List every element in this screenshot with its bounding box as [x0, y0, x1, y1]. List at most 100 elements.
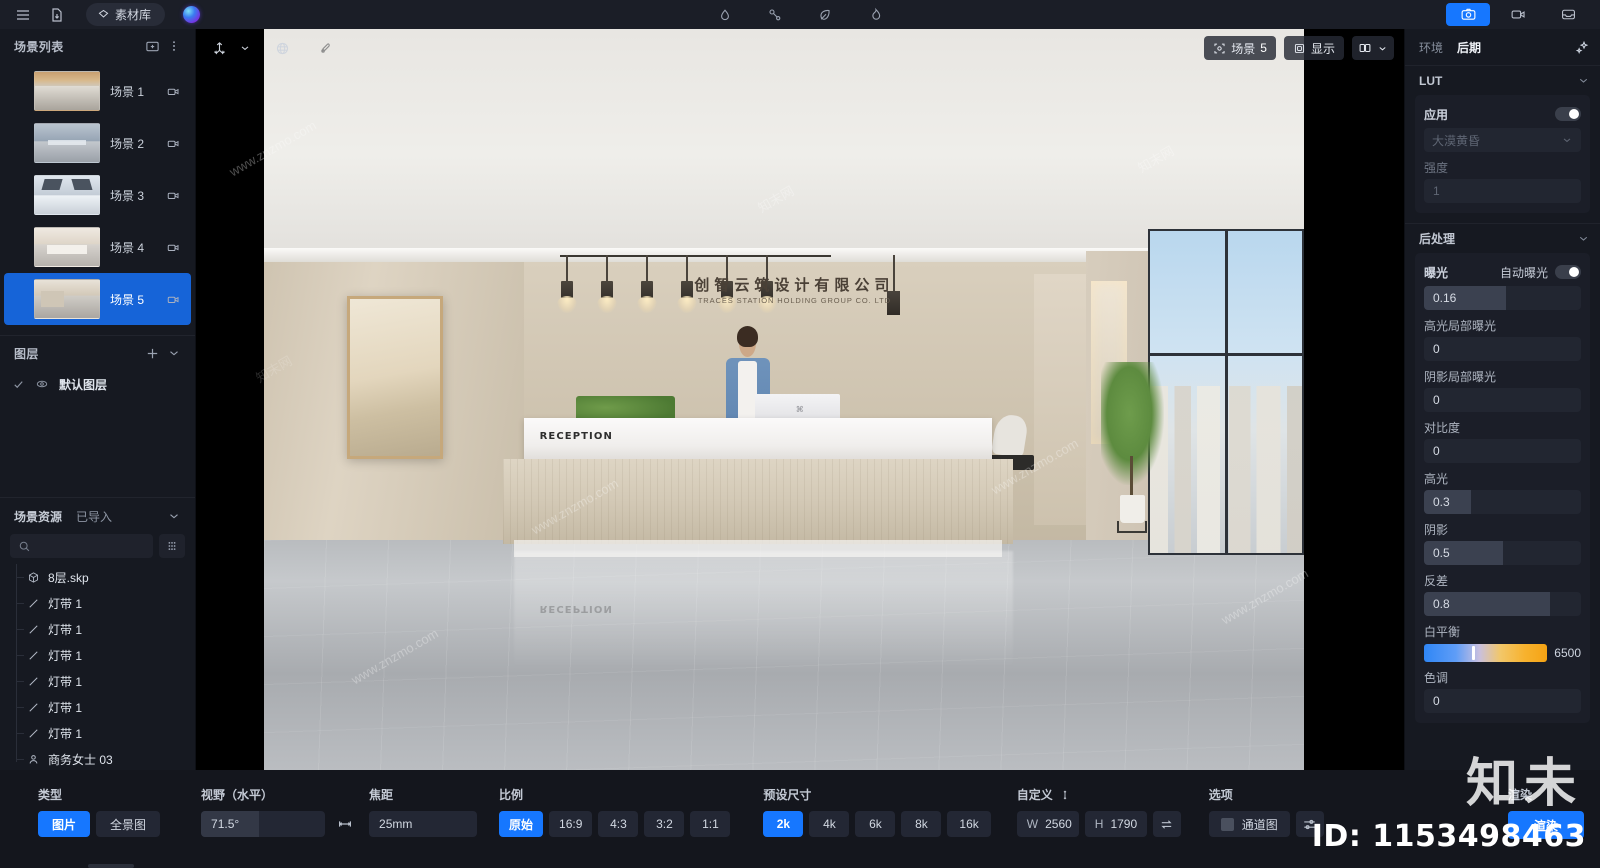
tab-environment[interactable]: 环境	[1419, 39, 1443, 56]
auto-exposure-toggle[interactable]	[1555, 265, 1581, 279]
search-input[interactable]	[10, 534, 153, 558]
preset-4k[interactable]: 4k	[809, 811, 850, 837]
resource-label: 灯带 1	[48, 622, 83, 637]
tone-slider[interactable]: 0	[1424, 689, 1581, 713]
ratio-option-original[interactable]: 原始	[499, 811, 544, 837]
camera-icon[interactable]	[1446, 3, 1490, 26]
lut-apply-toggle[interactable]	[1555, 107, 1581, 121]
file-download-icon[interactable]	[42, 3, 72, 27]
width-input[interactable]: W 2560	[1016, 811, 1079, 837]
tab-post[interactable]: 后期	[1457, 39, 1481, 56]
type-option-panorama[interactable]: 全景图	[96, 811, 161, 837]
lut-section-header[interactable]: LUT	[1405, 65, 1600, 95]
hamburger-icon[interactable]	[8, 3, 38, 27]
post-section-header[interactable]: 后处理	[1405, 223, 1600, 253]
camera-marker-icon[interactable]	[166, 292, 181, 307]
material-library-button[interactable]: 素材库	[86, 3, 166, 26]
type-option-image[interactable]: 图片	[38, 811, 91, 837]
lut-strength-input[interactable]: 1	[1424, 179, 1581, 203]
preset-6k[interactable]: 6k	[855, 811, 896, 837]
render-viewport[interactable]: 创智云筑设计有限公司 TRACES STATION HOLDING GROUP …	[196, 29, 1404, 770]
scene-badge[interactable]: 场景 5	[1204, 36, 1276, 60]
resource-item[interactable]: 灯带 1	[14, 720, 195, 746]
sparkle-icon[interactable]	[1575, 40, 1590, 55]
resources-subtitle[interactable]: 已导入	[76, 508, 112, 525]
height-input[interactable]: H 1790	[1084, 811, 1147, 837]
scene-item-3[interactable]: 场景 3	[4, 169, 191, 221]
lut-preset-select[interactable]: 大漠黄昏	[1424, 128, 1581, 152]
chevron-down-icon[interactable]	[237, 36, 253, 60]
fov-input[interactable]: 71.5°	[201, 811, 326, 837]
video-camera-icon[interactable]	[1496, 3, 1540, 26]
leaf-icon[interactable]	[812, 3, 838, 27]
horizontal-scrollbar[interactable]	[88, 864, 134, 868]
scene-item-4[interactable]: 场景 4	[4, 221, 191, 273]
scene-item-1[interactable]: 场景 1	[4, 65, 191, 117]
channel-checkbox[interactable]	[1220, 817, 1234, 831]
material-library-label: 素材库	[115, 8, 152, 22]
flame-icon[interactable]	[862, 3, 888, 27]
resources-tree: 8层.skp 灯带 1 灯带 1 灯带 1 灯带 1 灯带 1 灯带 1 商务女…	[0, 564, 195, 770]
white-balance-slider[interactable]	[1424, 644, 1548, 662]
sliders-icon[interactable]	[1295, 811, 1324, 837]
ratio-option-3-2[interactable]: 3:2	[644, 811, 685, 837]
channel-map-option[interactable]: 通道图	[1208, 811, 1290, 837]
camera-marker-icon[interactable]	[166, 188, 181, 203]
water-drop-icon[interactable]	[712, 3, 738, 27]
lock-link-icon[interactable]	[1059, 789, 1071, 801]
render-button[interactable]: 渲染	[1507, 811, 1584, 839]
more-vertical-icon[interactable]	[163, 35, 185, 57]
scene-item-5[interactable]: 场景 5	[4, 273, 191, 325]
resource-item[interactable]: 灯带 1	[14, 590, 195, 616]
scene-thumbnail	[34, 279, 100, 319]
layout-button[interactable]	[1352, 36, 1394, 60]
chevron-down-icon[interactable]	[163, 505, 185, 527]
chevron-down-icon[interactable]	[1577, 74, 1590, 87]
eye-icon[interactable]	[35, 377, 49, 391]
resource-item[interactable]: 8层.skp	[14, 564, 195, 590]
camera-marker-icon[interactable]	[166, 240, 181, 255]
add-scene-icon[interactable]	[141, 35, 163, 57]
avatar[interactable]	[183, 6, 201, 23]
resources-section: 场景资源 已导入 8层.skp 灯带 1 灯带 1 灯带 1 灯带 1 灯带 1…	[0, 497, 195, 770]
resource-item[interactable]: 灯带 1	[14, 642, 195, 668]
resource-item[interactable]: 灯带 1	[14, 616, 195, 642]
ratio-option-1-1[interactable]: 1:1	[690, 811, 731, 837]
ratio-option-4-3[interactable]: 4:3	[598, 811, 639, 837]
globe-icon[interactable]	[269, 36, 296, 60]
highlight-slider[interactable]: 0.3	[1424, 490, 1581, 514]
focal-input[interactable]: 25mm	[369, 811, 478, 837]
move-axis-icon[interactable]	[206, 36, 233, 60]
white-balance-knob[interactable]	[1472, 646, 1476, 660]
check-icon[interactable]	[12, 378, 25, 391]
highlight-local-slider[interactable]: 0	[1424, 337, 1581, 361]
chevron-down-icon[interactable]	[1577, 232, 1590, 245]
link-range-icon[interactable]	[331, 811, 359, 837]
brush-icon[interactable]	[312, 36, 339, 60]
contrast-slider[interactable]: 0	[1424, 439, 1581, 463]
title-bar: 素材库	[0, 0, 1600, 29]
chevron-down-icon[interactable]	[163, 342, 185, 364]
layer-item-default[interactable]: 默认图层	[0, 370, 195, 398]
camera-marker-icon[interactable]	[166, 84, 181, 99]
exposure-value: 0.16	[1433, 291, 1457, 305]
resource-item[interactable]: 灯带 1	[14, 668, 195, 694]
ratio-option-16-9[interactable]: 16:9	[549, 811, 593, 837]
shadow-local-slider[interactable]: 0	[1424, 388, 1581, 412]
shadow-slider[interactable]: 0.5	[1424, 541, 1581, 565]
grid-dots-icon[interactable]	[159, 534, 185, 558]
inbox-icon[interactable]	[1546, 3, 1590, 26]
preset-2k[interactable]: 2k	[763, 811, 804, 837]
exposure-slider[interactable]: 0.16	[1424, 286, 1581, 310]
dynamic-range-slider[interactable]: 0.8	[1424, 592, 1581, 616]
display-button[interactable]: 显示	[1283, 36, 1344, 60]
node-link-icon[interactable]	[762, 3, 788, 27]
plus-icon[interactable]	[141, 342, 163, 364]
preset-8k[interactable]: 8k	[901, 811, 942, 837]
preset-16k[interactable]: 16k	[947, 811, 991, 837]
camera-marker-icon[interactable]	[166, 136, 181, 151]
resource-item[interactable]: 商务女士 03	[14, 746, 195, 770]
scene-item-2[interactable]: 场景 2	[4, 117, 191, 169]
resource-item[interactable]: 灯带 1	[14, 694, 195, 720]
swap-icon[interactable]	[1152, 811, 1181, 837]
